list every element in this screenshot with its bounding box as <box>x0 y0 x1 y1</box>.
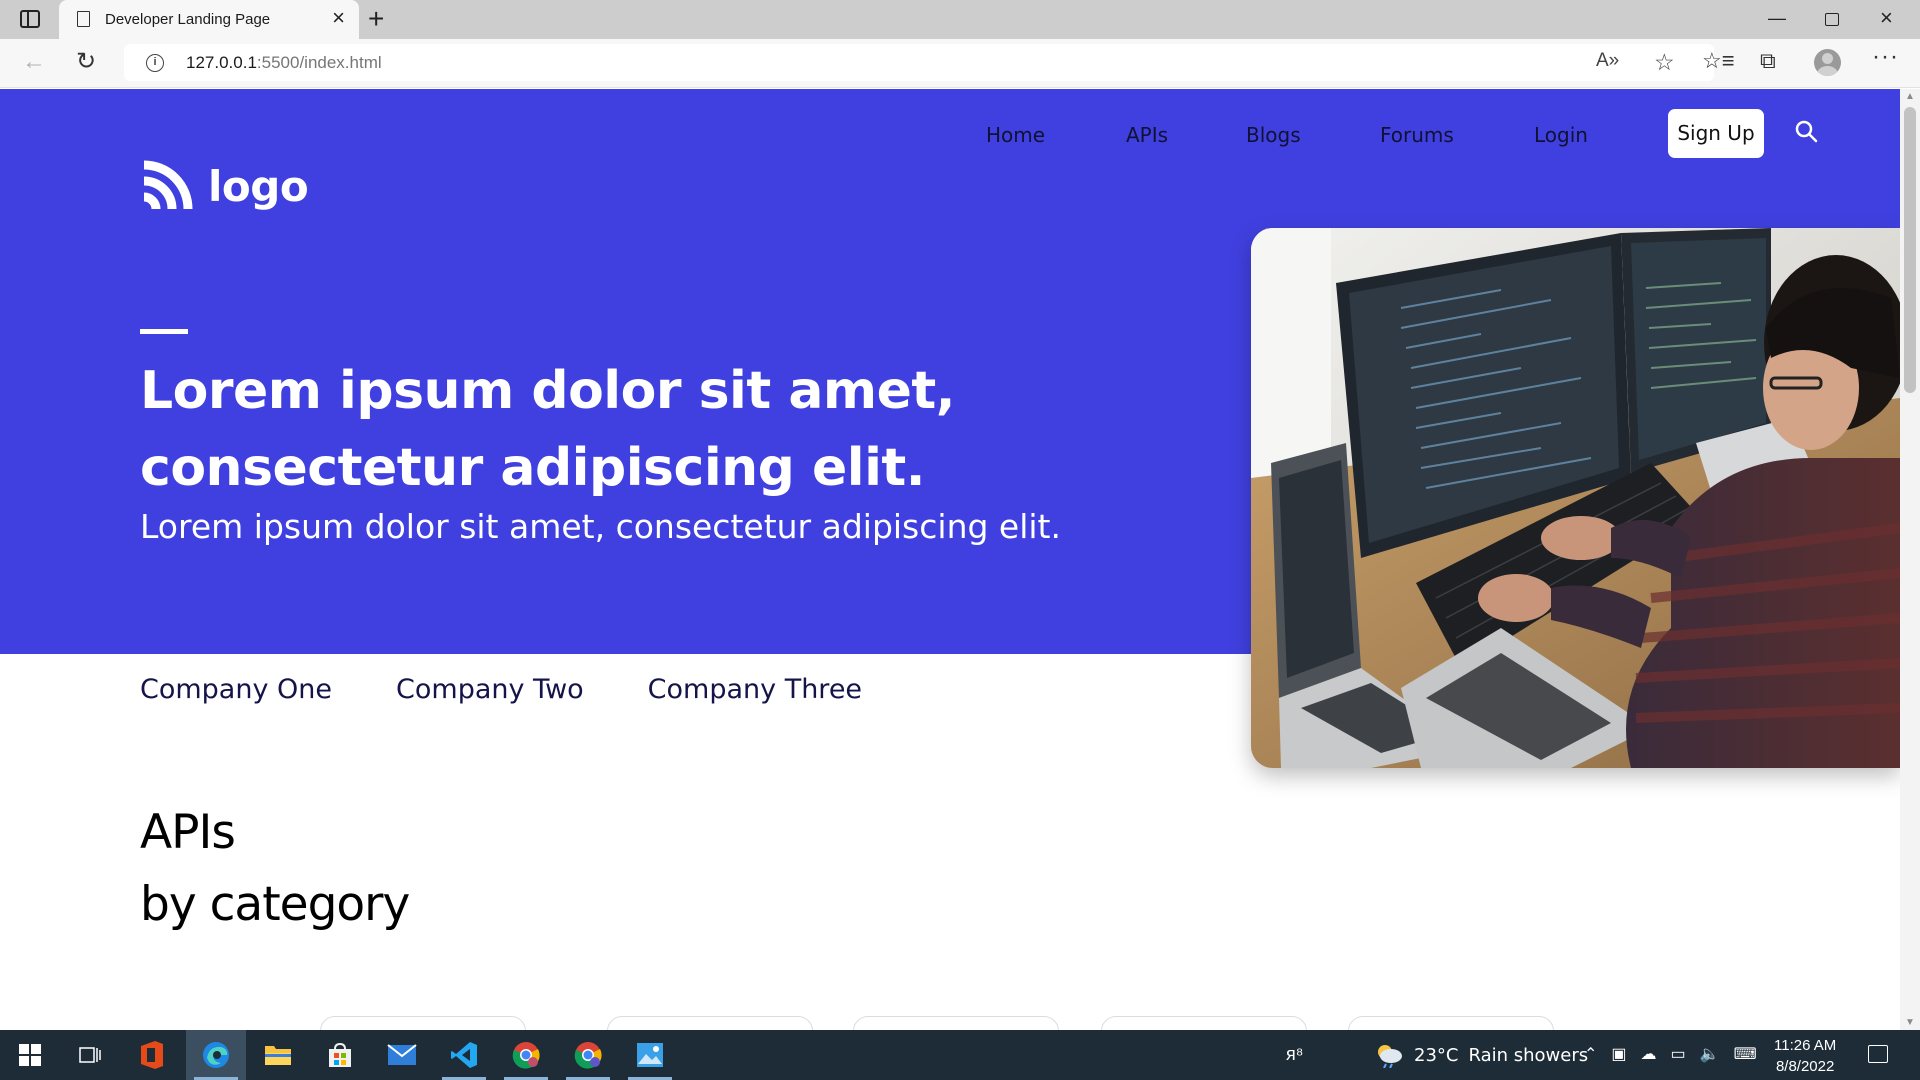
page-viewport: logo Home APIs Blogs Forums Login Sign U… <box>0 89 1920 1030</box>
read-aloud-icon[interactable]: A» <box>1596 50 1619 72</box>
clock[interactable]: 11:26 AM 8/8/2022 <box>1774 1035 1836 1077</box>
logo-icon <box>143 160 193 210</box>
more-options-icon[interactable]: ··· <box>1872 43 1899 71</box>
photos-icon <box>637 1043 663 1067</box>
nav-login[interactable]: Login <box>1534 123 1588 147</box>
nav-home[interactable]: Home <box>986 123 1045 147</box>
meet-now-icon[interactable]: ▣ <box>1611 1044 1626 1064</box>
close-window-icon[interactable]: × <box>1880 6 1893 30</box>
hero-accent-line <box>140 329 188 334</box>
chrome-app[interactable] <box>558 1030 618 1080</box>
profile-avatar[interactable] <box>1814 49 1841 76</box>
chrome-icon <box>574 1042 602 1069</box>
photos-app[interactable] <box>620 1030 680 1080</box>
tab-actions-icon[interactable] <box>20 10 40 28</box>
nav-forums[interactable]: Forums <box>1380 123 1454 147</box>
company-two: Company Two <box>396 674 584 705</box>
page-icon <box>77 11 90 27</box>
add-favorite-icon[interactable]: ☆ <box>1654 49 1675 76</box>
browser-tab[interactable]: Developer Landing Page × <box>59 0 359 39</box>
nav-blogs[interactable]: Blogs <box>1246 123 1301 147</box>
new-tab-icon[interactable]: + <box>368 4 384 34</box>
site-logo[interactable]: logo <box>140 159 309 213</box>
office-icon <box>141 1041 163 1069</box>
back-arrow-icon[interactable]: ← <box>22 48 46 76</box>
clock-time: 11:26 AM <box>1774 1037 1837 1054</box>
file-explorer-icon <box>265 1046 291 1065</box>
category-card[interactable] <box>1348 1016 1554 1030</box>
people-icon[interactable]: ᴙ⁸ <box>1286 1044 1303 1065</box>
edge-app[interactable] <box>186 1030 246 1080</box>
onedrive-icon[interactable]: ☁ <box>1641 1044 1657 1064</box>
hero-developer-photo <box>1251 228 1900 768</box>
task-view-button[interactable] <box>60 1030 120 1080</box>
vscode-app[interactable] <box>434 1030 494 1080</box>
favorites-icon[interactable]: ☆≡ <box>1702 48 1735 74</box>
apis-heading-line1: APIs <box>140 805 236 860</box>
task-view-icon <box>79 1047 101 1063</box>
apis-section-title: APIs by category <box>140 797 410 941</box>
minimize-icon[interactable]: — <box>1768 6 1786 30</box>
url-host: 127.0.0.1 <box>186 53 257 72</box>
company-three: Company Three <box>647 674 863 705</box>
vscode-icon <box>451 1042 477 1068</box>
windows-icon <box>19 1044 41 1066</box>
apis-heading-line2: by category <box>140 877 410 932</box>
category-card[interactable] <box>853 1016 1059 1030</box>
store-app[interactable] <box>310 1030 370 1080</box>
category-card[interactable] <box>320 1016 526 1030</box>
weather-widget[interactable]: 23°C Rain showers <box>1374 1042 1588 1068</box>
page-scrollbar[interactable]: ▲ ▼ <box>1900 89 1920 1030</box>
office-app[interactable] <box>122 1030 182 1080</box>
chrome-app[interactable] <box>496 1030 556 1080</box>
browser-tab-bar: Developer Landing Page × + — × <box>0 0 1920 39</box>
chevron-up-icon[interactable]: ⌃ <box>1584 1044 1597 1064</box>
windows-taskbar: ᴙ⁸ 23°C Rain showers ⌃ ▣ ☁ ▭ 🔈 ⌨ 11:26 A… <box>0 1030 1920 1080</box>
company-logos: Company One Company Two Company Three <box>140 674 862 705</box>
url-path: :5500/index.html <box>256 53 382 72</box>
mail-app[interactable] <box>372 1030 432 1080</box>
scroll-down-icon[interactable]: ▼ <box>1905 1017 1915 1028</box>
notifications-icon[interactable] <box>1868 1045 1888 1063</box>
address-input[interactable]: i 127.0.0.1:5500/index.html A» ☆ <box>124 44 1714 81</box>
system-tray: ⌃ ▣ ☁ ▭ 🔈 ⌨ <box>1584 1044 1757 1064</box>
company-one: Company One <box>140 674 333 705</box>
chrome-icon <box>512 1042 540 1069</box>
close-tab-icon[interactable]: × <box>332 7 345 29</box>
main-nav: Home APIs Blogs Forums Login <box>0 115 1900 155</box>
logo-text: logo <box>208 161 309 211</box>
edge-icon <box>203 1042 229 1068</box>
start-button[interactable] <box>0 1030 60 1080</box>
store-icon <box>329 1042 351 1067</box>
search-icon[interactable] <box>1794 119 1818 143</box>
category-card[interactable] <box>1101 1016 1307 1030</box>
weather-temp: 23°C <box>1414 1044 1459 1066</box>
scrollbar-thumb[interactable] <box>1904 107 1916 393</box>
tab-title: Developer Landing Page <box>105 11 271 28</box>
restore-icon[interactable] <box>1825 13 1839 26</box>
hero-subtitle: Lorem ipsum dolor sit amet, consectetur … <box>140 507 1061 546</box>
collections-icon[interactable]: ⧉ <box>1760 48 1776 74</box>
mail-icon <box>387 1044 417 1065</box>
scroll-up-icon[interactable]: ▲ <box>1905 91 1915 102</box>
nav-apis[interactable]: APIs <box>1126 123 1168 147</box>
keyboard-icon[interactable]: ⌨ <box>1734 1044 1757 1064</box>
category-card[interactable] <box>607 1016 813 1030</box>
battery-icon[interactable]: ▭ <box>1671 1044 1686 1064</box>
clock-date: 8/8/2022 <box>1775 1058 1835 1075</box>
file-explorer-app[interactable] <box>248 1030 308 1080</box>
url-text: 127.0.0.1:5500/index.html <box>186 53 382 73</box>
volume-icon[interactable]: 🔈 <box>1700 1044 1720 1064</box>
sign-up-button[interactable]: Sign Up <box>1668 109 1764 158</box>
address-toolbar: ← ↻ i 127.0.0.1:5500/index.html A» ☆ ☆≡ … <box>0 39 1920 88</box>
weather-text: Rain showers <box>1468 1044 1589 1066</box>
weather-cloud-icon <box>1378 1045 1402 1068</box>
reload-icon[interactable]: ↻ <box>76 47 96 76</box>
info-icon[interactable]: i <box>146 54 164 72</box>
hero-headline: Lorem ipsum dolor sit amet, consectetur … <box>140 361 956 498</box>
